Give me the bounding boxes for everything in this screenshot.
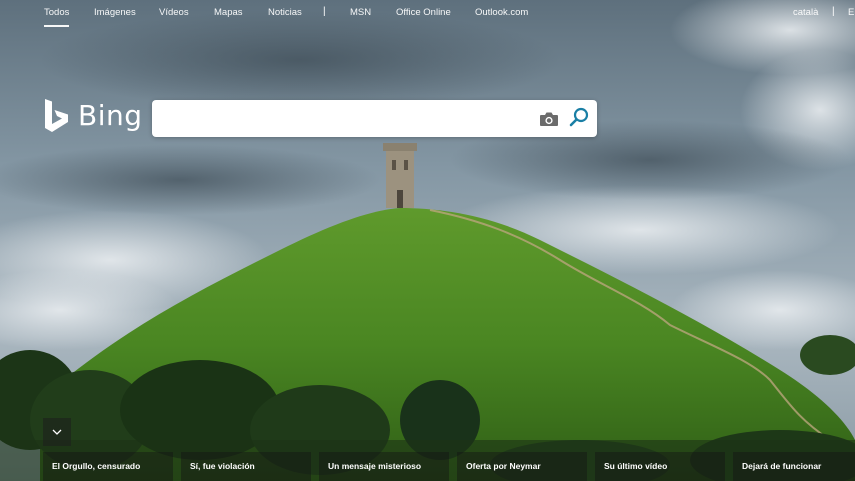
news-tile[interactable]: Oferta por Neymar bbox=[457, 452, 587, 481]
language-link[interactable]: català bbox=[793, 7, 818, 18]
nav-mapas[interactable]: Mapas bbox=[214, 7, 243, 18]
nav-office-online[interactable]: Office Online bbox=[396, 7, 451, 18]
chevron-down-icon bbox=[52, 429, 62, 435]
news-headline: Sí, fue violación bbox=[190, 461, 255, 471]
camera-icon[interactable] bbox=[538, 109, 560, 129]
nav-videos[interactable]: Vídeos bbox=[159, 7, 189, 18]
search-input[interactable] bbox=[162, 106, 526, 132]
news-headline: El Orgullo, censurado bbox=[52, 461, 141, 471]
news-headline: Su último vídeo bbox=[604, 461, 668, 471]
bing-logo[interactable]: Bing bbox=[43, 99, 143, 135]
expand-button[interactable] bbox=[43, 418, 71, 446]
nav-imagenes[interactable]: Imágenes bbox=[94, 7, 136, 18]
nav-separator: | bbox=[323, 6, 326, 17]
search-box bbox=[152, 100, 597, 137]
nav-msn[interactable]: MSN bbox=[350, 7, 371, 18]
news-tile[interactable]: Dejará de funcionar bbox=[733, 452, 855, 481]
nav-noticias[interactable]: Noticias bbox=[268, 7, 302, 18]
news-tile[interactable]: Un mensaje misterioso bbox=[319, 452, 449, 481]
nav-outlook[interactable]: Outlook.com bbox=[475, 7, 528, 18]
news-headline: Dejará de funcionar bbox=[742, 461, 822, 471]
news-carousel: El Orgullo, censurado Sí, fue violación … bbox=[43, 452, 855, 481]
top-navigation: Todos Imágenes Vídeos Mapas Noticias | M… bbox=[0, 0, 855, 27]
news-tile[interactable]: Sí, fue violación bbox=[181, 452, 311, 481]
background-image bbox=[0, 0, 855, 481]
bing-b-icon bbox=[45, 99, 68, 132]
bing-homepage: Todos Imágenes Vídeos Mapas Noticias | M… bbox=[0, 0, 855, 481]
logo-text: Bing bbox=[78, 99, 143, 132]
nav-todos[interactable]: Todos bbox=[44, 7, 70, 27]
news-headline: Un mensaje misterioso bbox=[328, 461, 422, 471]
nav-partial-item[interactable]: E bbox=[848, 7, 854, 18]
news-headline: Oferta por Neymar bbox=[466, 461, 541, 471]
search-icon[interactable] bbox=[567, 106, 591, 130]
news-tile[interactable]: Su último vídeo bbox=[595, 452, 725, 481]
nav-right-separator: | bbox=[832, 6, 835, 17]
news-tile[interactable]: El Orgullo, censurado bbox=[43, 452, 173, 481]
